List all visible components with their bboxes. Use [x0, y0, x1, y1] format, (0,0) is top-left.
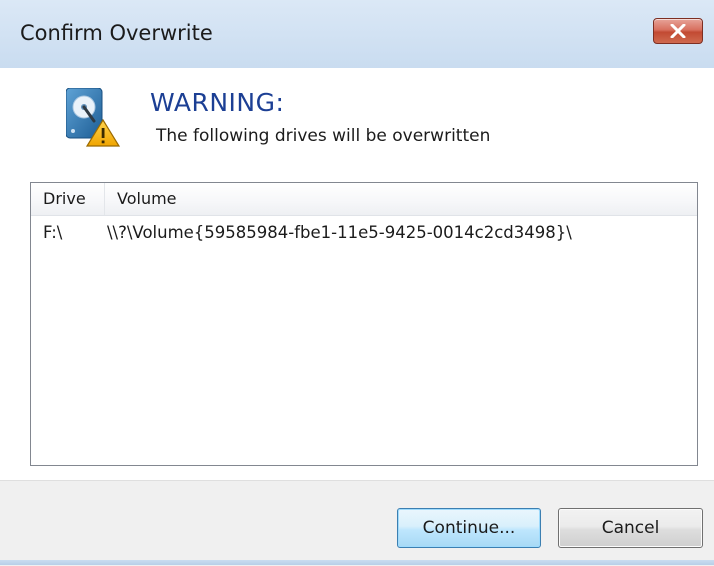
hard-drive-warning-icon	[66, 88, 120, 147]
list-header: Drive Volume	[31, 183, 697, 216]
close-button[interactable]	[653, 18, 703, 44]
window-title: Confirm Overwrite	[20, 21, 213, 45]
warning-message: The following drives will be overwritten	[156, 126, 491, 146]
column-header-volume[interactable]: Volume	[117, 188, 177, 210]
column-header-drive[interactable]: Drive	[43, 188, 86, 210]
table-row[interactable]: F:\ \\?\Volume{59585984-fbe1-11e5-9425-0…	[31, 219, 697, 249]
button-bar: Continue... Cancel	[0, 480, 714, 566]
column-divider[interactable]	[104, 183, 105, 215]
title-bar[interactable]: Confirm Overwrite	[0, 0, 714, 68]
continue-button[interactable]: Continue...	[397, 508, 541, 548]
window-bottom-border	[0, 560, 714, 565]
close-icon	[670, 24, 686, 38]
dialog-body: WARNING: The following drives will be ov…	[0, 68, 714, 480]
drives-list[interactable]: Drive Volume F:\ \\?\Volume{59585984-fbe…	[30, 182, 698, 466]
volume-cell: \\?\Volume{59585984-fbe1-11e5-9425-0014c…	[107, 223, 572, 242]
warning-title: WARNING:	[150, 88, 285, 117]
confirm-overwrite-dialog: Confirm Overwrite WARNING: The following…	[0, 0, 714, 566]
cancel-button[interactable]: Cancel	[558, 508, 703, 548]
drive-cell: F:\	[43, 223, 63, 242]
